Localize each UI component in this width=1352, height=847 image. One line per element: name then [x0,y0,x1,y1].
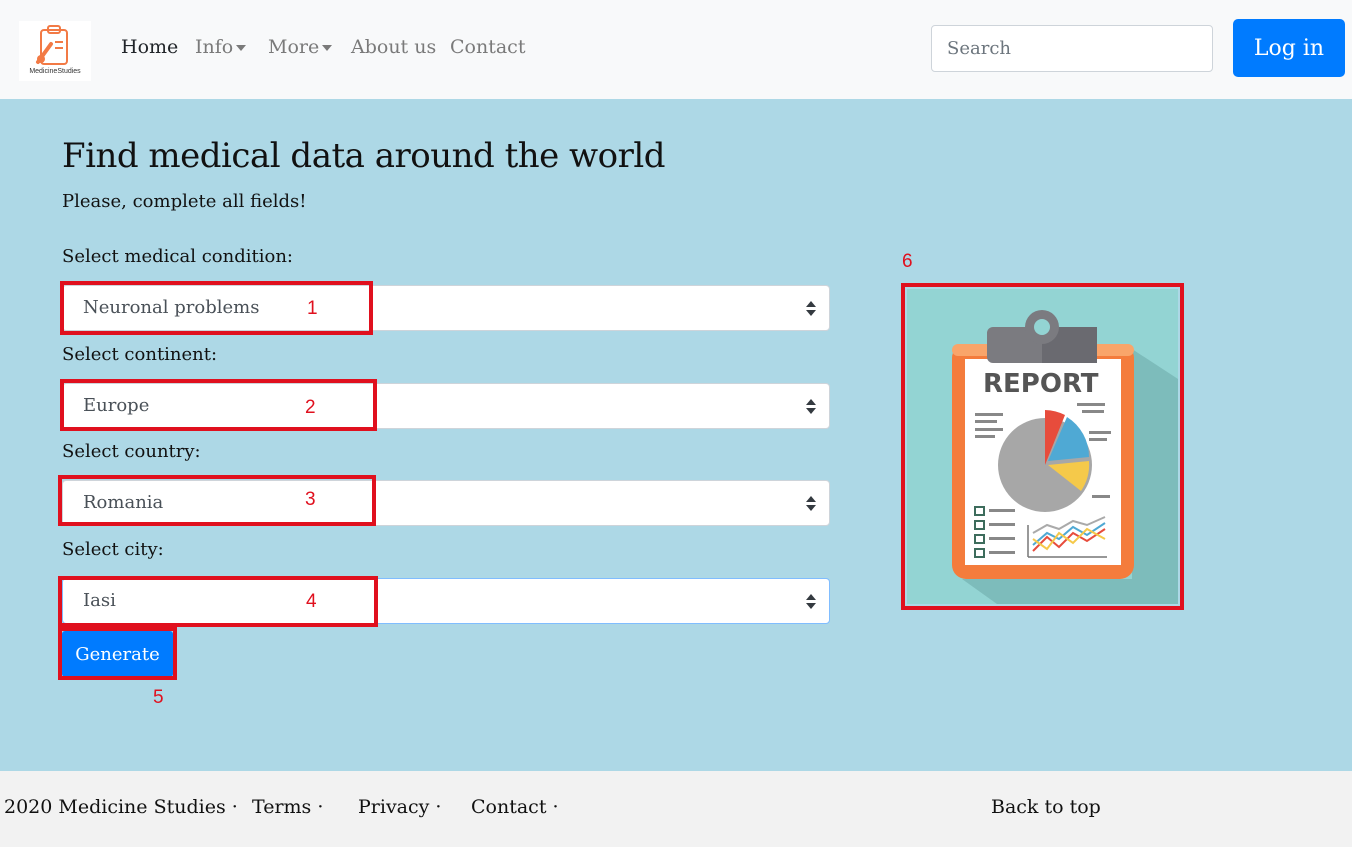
annotation-number-6: 6 [902,251,913,272]
continent-value: Europe [83,395,150,416]
country-select[interactable]: Romania [62,480,830,526]
login-button[interactable]: Log in [1233,19,1345,77]
annotation-number-2: 2 [305,397,316,418]
select-arrows-icon [806,399,816,415]
condition-select[interactable]: Neuronal problems [62,285,830,331]
nav-info-label: Info [195,36,234,58]
footer-terms-link[interactable]: Terms · [252,796,323,818]
continent-label: Select continent: [62,344,218,365]
caret-down-icon [322,45,333,51]
annotation-number-3: 3 [305,489,316,510]
select-arrows-icon [806,496,816,512]
select-arrows-icon [806,594,816,610]
nav-about[interactable]: About us [351,36,436,58]
annotation-number-4: 4 [306,591,317,612]
caret-down-icon [236,45,247,51]
footer-copyright: 2020 Medicine Studies · [4,796,238,818]
generate-button[interactable]: Generate [62,631,173,677]
footer: 2020 Medicine Studies · Terms · Privacy … [0,771,1352,847]
report-image: REPORT [907,289,1178,604]
nav-more-label: More [268,36,320,58]
nav-more-dropdown[interactable]: More [268,36,333,58]
footer-privacy-link[interactable]: Privacy · [358,796,441,818]
clipboard-logo-icon [36,25,68,65]
report-clipboard-icon: REPORT [952,310,1178,604]
back-to-top-link[interactable]: Back to top [991,796,1101,818]
page-subtitle: Please, complete all fields! [62,191,307,212]
nav-contact[interactable]: Contact [450,36,525,58]
footer-contact-link[interactable]: Contact · [471,796,559,818]
search-input[interactable] [931,25,1213,72]
navbar: MedicineStudies Home Info More About us … [0,0,1352,99]
brand-name: MedicineStudies [29,68,81,75]
nav-home[interactable]: Home [121,36,178,58]
continent-select[interactable]: Europe [62,383,830,429]
nav-info-dropdown[interactable]: Info [195,36,247,58]
report-image-text: REPORT [983,369,1099,399]
condition-value: Neuronal problems [83,297,260,318]
select-arrows-icon [806,301,816,317]
brand-logo[interactable]: MedicineStudies [19,21,91,81]
city-select[interactable]: Iasi [62,578,830,624]
city-value: Iasi [83,590,116,611]
page-title: Find medical data around the world [62,136,666,176]
city-label: Select city: [62,539,164,560]
annotation-number-1: 1 [307,298,318,319]
country-label: Select country: [62,441,201,462]
condition-label: Select medical condition: [62,246,293,267]
country-value: Romania [83,492,164,513]
annotation-number-5: 5 [153,687,164,708]
